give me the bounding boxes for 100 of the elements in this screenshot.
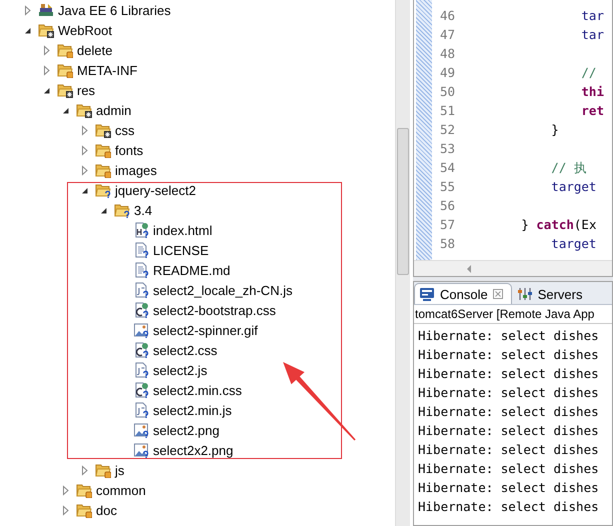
console-line: Hibernate: select dishes: [418, 423, 600, 440]
tree-item[interactable]: css: [95, 120, 134, 140]
console-line: Hibernate: select dishes: [418, 404, 600, 421]
tree-item[interactable]: Java EE 6 Libraries: [38, 0, 171, 20]
tree-item[interactable]: README.md: [133, 260, 230, 280]
code-line: target: [550, 236, 598, 253]
collapsed-arrow-icon[interactable]: [41, 44, 52, 56]
code-line: thi: [580, 84, 605, 101]
css-file-icon: [133, 302, 149, 318]
line-number: 52: [438, 122, 455, 139]
text-file-icon: [133, 262, 149, 278]
tree-item[interactable]: doc: [76, 500, 117, 520]
code-line: ret: [580, 103, 605, 120]
folder-icon: [95, 162, 111, 178]
tree-item[interactable]: images: [95, 160, 157, 180]
console-line: Hibernate: select dishes: [418, 385, 600, 402]
view-tab[interactable]: Console: [414, 283, 512, 304]
folder-icon: [38, 22, 54, 38]
code-line: //: [580, 65, 598, 82]
tree-item[interactable]: delete: [57, 40, 112, 60]
html-file-icon: [133, 222, 149, 238]
tree-item[interactable]: js: [95, 460, 124, 480]
folder-icon: [57, 62, 73, 78]
tree-item[interactable]: META-INF: [57, 60, 138, 80]
tree-item[interactable]: select2_locale_zh-CN.js: [133, 280, 292, 300]
tree-item[interactable]: fonts: [95, 140, 144, 160]
collapsed-arrow-icon[interactable]: [79, 164, 90, 176]
tree-item[interactable]: LICENSE: [133, 240, 209, 260]
collapsed-arrow-icon[interactable]: [79, 464, 90, 476]
folder-icon: [76, 482, 92, 498]
tree-item[interactable]: select2-spinner.gif: [133, 320, 258, 340]
folder-icon: [95, 142, 111, 158]
console-line: Hibernate: select dishes: [418, 442, 600, 459]
line-number: 51: [438, 103, 455, 120]
css-file-icon: [133, 342, 149, 358]
tree-item[interactable]: admin: [76, 100, 132, 120]
view-tab[interactable]: Servers: [512, 283, 592, 304]
tree-item[interactable]: select2.min.css: [133, 380, 242, 400]
collapsed-arrow-icon[interactable]: [79, 124, 90, 136]
script-file-icon: [133, 282, 149, 298]
tree-item[interactable]: select2.png: [133, 420, 220, 440]
tree-item[interactable]: common: [76, 480, 146, 500]
image-file-icon: [133, 422, 149, 438]
folder-icon: [76, 502, 92, 518]
folder-icon: [95, 122, 111, 138]
tree-item[interactable]: select2-bootstrap.css: [133, 300, 276, 320]
collapsed-arrow-icon[interactable]: [60, 484, 71, 496]
console-line: Hibernate: select dishes: [418, 499, 600, 516]
code-line: // 执: [550, 160, 588, 177]
folder-icon: [114, 202, 130, 218]
folder-icon: [95, 462, 111, 478]
code-line: tar: [580, 8, 605, 25]
tree-item[interactable]: select2.js: [133, 360, 208, 380]
folder-icon: [57, 82, 73, 98]
console-line: Hibernate: select dishes: [418, 328, 600, 345]
code-line: target: [550, 179, 598, 196]
line-number: 58: [438, 236, 455, 253]
horizontal-scrollbar[interactable]: [414, 260, 612, 276]
tree-item[interactable]: jquery-select2: [95, 180, 196, 200]
script-file-icon: [133, 362, 149, 378]
folder-icon: [76, 102, 92, 118]
code-line: tar: [580, 27, 605, 44]
line-number: 54: [438, 160, 455, 177]
console-description: tomcat6Server [Remote Java App: [414, 305, 612, 324]
line-number: 46: [438, 8, 455, 25]
console-line: Hibernate: select dishes: [418, 461, 600, 478]
console-line: Hibernate: select dishes: [418, 480, 600, 497]
monitor-icon: [419, 287, 435, 301]
line-number: 53: [438, 141, 455, 158]
close-icon[interactable]: [492, 289, 503, 299]
line-number: 48: [438, 46, 455, 63]
collapsed-arrow-icon[interactable]: [60, 504, 71, 516]
scrollbar-thumb[interactable]: [397, 128, 409, 275]
image-file-icon: [133, 442, 149, 458]
text-file-icon: [133, 242, 149, 258]
library-icon: [38, 2, 54, 18]
code-line: }: [550, 122, 560, 139]
tree-item[interactable]: res: [57, 80, 96, 100]
line-number: 49: [438, 65, 455, 82]
servers-icon: [516, 287, 533, 301]
scroll-left-arrow-icon[interactable]: [466, 264, 472, 272]
tree-item[interactable]: WebRoot: [38, 20, 112, 40]
tree-item[interactable]: select2.css: [133, 340, 218, 360]
collapsed-arrow-icon[interactable]: [41, 64, 52, 76]
collapsed-arrow-icon[interactable]: [79, 144, 90, 156]
tree-item[interactable]: select2x2.png: [133, 440, 234, 460]
folder-icon: [95, 182, 111, 198]
tree-item[interactable]: index.html: [133, 220, 212, 240]
code-line: } catch(Ex: [520, 217, 598, 234]
console-line: Hibernate: select dishes: [418, 347, 600, 364]
tree-item[interactable]: 3.4: [114, 200, 152, 220]
line-number: 50: [438, 84, 455, 101]
tree-item[interactable]: select2.min.js: [133, 400, 232, 420]
image-file-icon: [133, 322, 149, 338]
line-number: 57: [438, 217, 455, 234]
line-number: 56: [438, 198, 455, 215]
css-file-icon: [133, 382, 149, 398]
folder-icon: [57, 42, 73, 58]
collapsed-arrow-icon[interactable]: [22, 4, 33, 16]
line-number: 47: [438, 27, 455, 44]
